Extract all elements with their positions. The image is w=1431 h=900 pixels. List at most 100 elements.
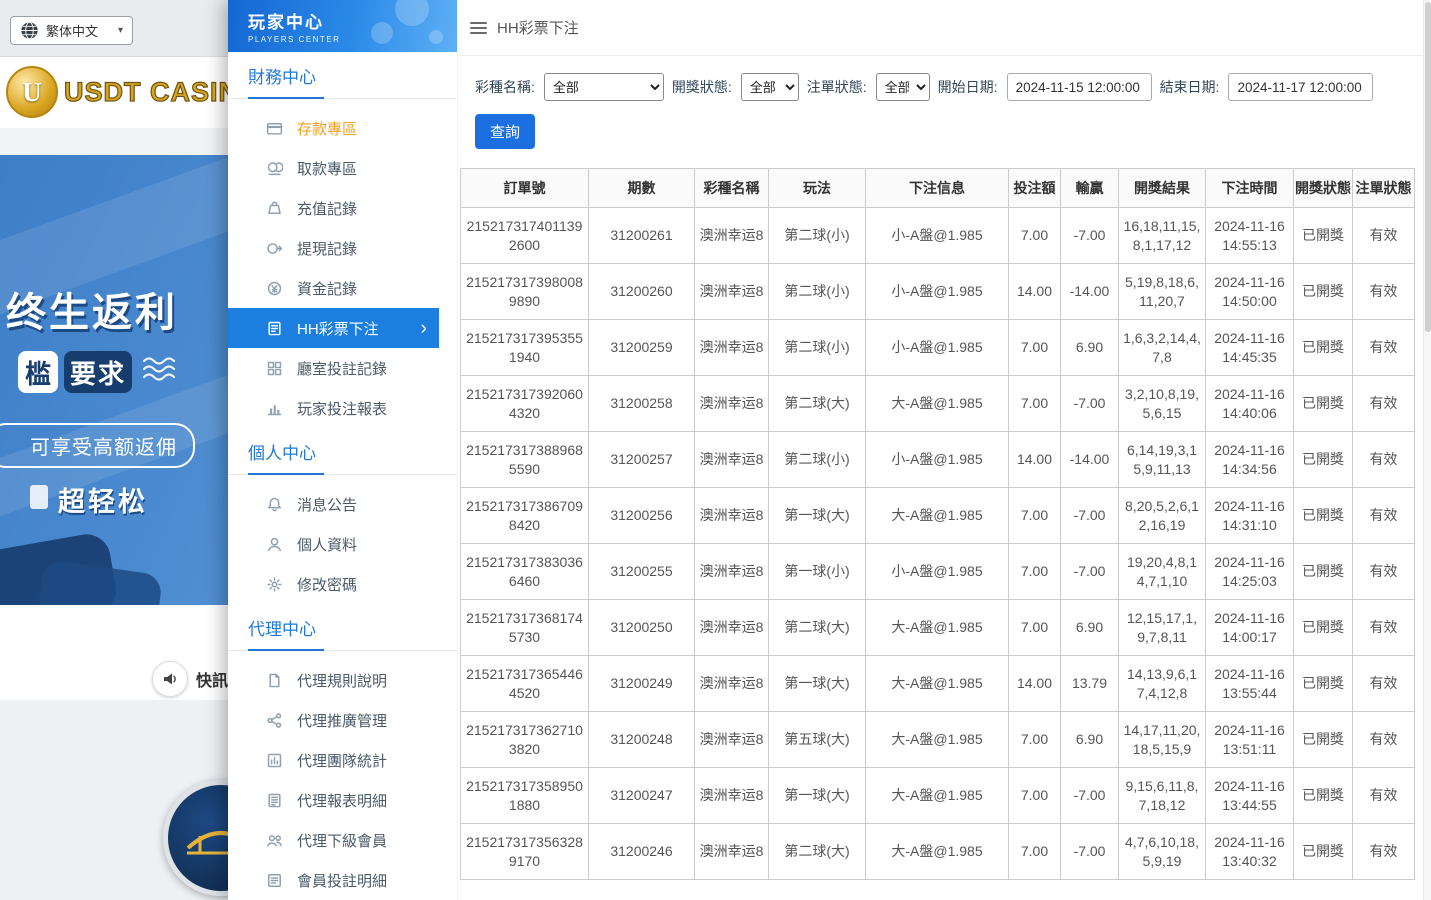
cell-bet-amount: 7.00 <box>1009 600 1061 656</box>
cell-draw-status: 已開獎 <box>1294 600 1353 656</box>
order-status-label: 注單狀態: <box>807 77 867 97</box>
sidebar-item-profile[interactable]: 個人資料 <box>228 524 439 564</box>
cell-play-type: 第二球(大) <box>769 376 866 432</box>
cell-order-no: 2152173173830366460 <box>461 544 589 600</box>
sidebar-item-change-password[interactable]: 修改密碼 <box>228 564 439 604</box>
bets-table-body: 215217317401139260031200261澳洲幸运8第二球(小)小-… <box>461 208 1415 880</box>
cell-draw-status: 已開獎 <box>1294 208 1353 264</box>
sidebar-item-messages[interactable]: 消息公告 <box>228 484 439 524</box>
bets-table: 訂單號期數彩種名稱玩法下注信息投注額輸贏開獎結果下注時間開獎狀態注單狀態 215… <box>460 168 1415 880</box>
cell-bet-info: 大-A盤@1.985 <box>866 600 1009 656</box>
cell-period: 31200261 <box>589 208 695 264</box>
sidebar-item-funds-record[interactable]: 資金記錄 <box>228 268 439 308</box>
cell-lottery-name: 澳洲幸运8 <box>695 712 769 768</box>
cell-draw-status: 已開獎 <box>1294 656 1353 712</box>
speaker-icon <box>152 661 188 697</box>
cell-period: 31200258 <box>589 376 695 432</box>
menu-toggle-icon[interactable] <box>470 22 487 34</box>
banner-subline: 超轻松 <box>58 480 148 519</box>
header-dot-decoration <box>371 22 393 44</box>
cell-order-no: 2152173173627103820 <box>461 712 589 768</box>
cell-bet-amount: 14.00 <box>1009 264 1061 320</box>
report-icon <box>266 792 283 809</box>
language-selector[interactable]: 繁体中文 ▾ <box>10 16 133 45</box>
cell-lottery-name: 澳洲幸运8 <box>695 320 769 376</box>
cell-bet-info: 大-A盤@1.985 <box>866 376 1009 432</box>
user-icon <box>266 536 283 553</box>
banner-badge: 要求 <box>64 351 132 393</box>
cell-bet-amount: 14.00 <box>1009 432 1061 488</box>
draw-status-select[interactable]: 全部 <box>741 73 799 101</box>
cell-win-loss: -7.00 <box>1061 544 1119 600</box>
cell-bet-info: 小-A盤@1.985 <box>866 432 1009 488</box>
sidebar-item-label: 資金記錄 <box>297 278 357 299</box>
cell-period: 31200247 <box>589 768 695 824</box>
cell-draw-result: 8,20,5,2,6,12,16,19 <box>1119 488 1206 544</box>
sidebar-section-title: 財務中心 <box>228 63 457 99</box>
sidebar-item-withdraw[interactable]: 取款專區 <box>228 148 439 188</box>
chevron-down-icon: ▾ <box>118 25 123 36</box>
cell-lottery-name: 澳洲幸运8 <box>695 264 769 320</box>
cell-bet-time: 2024-11-16 14:25:03 <box>1206 544 1294 600</box>
sidebar-item-agent-promotion[interactable]: 代理推廣管理 <box>228 700 439 740</box>
cell-order-status: 有效 <box>1353 768 1415 824</box>
cell-play-type: 第五球(大) <box>769 712 866 768</box>
cell-draw-result: 19,20,4,8,14,7,1,10 <box>1119 544 1206 600</box>
search-button[interactable]: 查詢 <box>475 114 535 149</box>
sidebar-item-agent-members[interactable]: 代理下級會員 <box>228 820 439 860</box>
cell-bet-time: 2024-11-16 14:31:10 <box>1206 488 1294 544</box>
cell-order-status: 有效 <box>1353 208 1415 264</box>
table-row: 215217317386709842031200256澳洲幸运8第一球(大)大-… <box>461 488 1415 544</box>
scrollbar[interactable] <box>1423 0 1431 900</box>
cell-lottery-name: 澳洲幸运8 <box>695 488 769 544</box>
col-header-period: 期數 <box>589 169 695 208</box>
cell-play-type: 第一球(大) <box>769 656 866 712</box>
table-row: 215217317358950188031200247澳洲幸运8第一球(大)大-… <box>461 768 1415 824</box>
sidebar-item-agent-rules[interactable]: 代理規則說明 <box>228 660 439 700</box>
cell-bet-time: 2024-11-16 13:44:55 <box>1206 768 1294 824</box>
cell-order-status: 有效 <box>1353 320 1415 376</box>
cell-bet-amount: 7.00 <box>1009 208 1061 264</box>
sidebar-item-label: HH彩票下注 <box>297 318 379 339</box>
sidebar-section-title: 個人中心 <box>228 439 457 475</box>
sidebar-item-hh-lottery-bets[interactable]: HH彩票下注› <box>228 308 439 348</box>
cell-period: 31200248 <box>589 712 695 768</box>
cell-bet-time: 2024-11-16 13:55:44 <box>1206 656 1294 712</box>
sidebar-item-member-bet-detail[interactable]: 會員投註明細 <box>228 860 439 900</box>
table-row: 215217317392060432031200258澳洲幸运8第二球(大)大-… <box>461 376 1415 432</box>
cell-order-no: 2152173173654464520 <box>461 656 589 712</box>
cell-order-status: 有效 <box>1353 824 1415 880</box>
scrollbar-thumb[interactable] <box>1425 2 1431 332</box>
sidebar-item-room-bet-record[interactable]: 廳室投註記錄 <box>228 348 439 388</box>
sidebar-item-deposit[interactable]: 存款專區 <box>228 108 439 148</box>
cell-order-no: 2152173173681745730 <box>461 600 589 656</box>
lottery-name-select[interactable]: 全部 <box>544 73 664 101</box>
cell-win-loss: -7.00 <box>1061 488 1119 544</box>
order-status-select[interactable]: 全部 <box>876 73 930 101</box>
cell-bet-time: 2024-11-16 14:40:06 <box>1206 376 1294 432</box>
end-date-input[interactable] <box>1228 73 1373 101</box>
sidebar-item-label: 代理規則說明 <box>297 670 387 691</box>
cell-lottery-name: 澳洲幸运8 <box>695 600 769 656</box>
col-header-order-status: 注單狀態 <box>1353 169 1415 208</box>
sidebar-item-recharge-record[interactable]: 充值記錄 <box>228 188 439 228</box>
cell-bet-info: 大-A盤@1.985 <box>866 824 1009 880</box>
sidebar-item-withdrawal-record[interactable]: 提現記錄 <box>228 228 439 268</box>
cell-bet-info: 小-A盤@1.985 <box>866 320 1009 376</box>
cell-lottery-name: 澳洲幸运8 <box>695 544 769 600</box>
sidebar-section-title: 代理中心 <box>228 615 457 651</box>
main-content: HH彩票下注 彩種名稱: 全部 開獎狀態: 全部 注單狀態: 全部 開始日期: … <box>458 0 1431 900</box>
cell-order-status: 有效 <box>1353 376 1415 432</box>
cell-bet-info: 小-A盤@1.985 <box>866 264 1009 320</box>
sidebar-item-player-bet-report[interactable]: 玩家投注報表 <box>228 388 439 428</box>
cell-bet-amount: 7.00 <box>1009 544 1061 600</box>
sidebar-item-label: 代理推廣管理 <box>297 710 387 731</box>
cell-draw-result: 1,6,3,2,14,4,7,8 <box>1119 320 1206 376</box>
sidebar: 玩家中心 PLAYERS CENTER 財務中心存款專區取款專區充值記錄提現記錄… <box>228 0 458 900</box>
sidebar-item-label: 取款專區 <box>297 158 357 179</box>
start-date-input[interactable] <box>1007 73 1152 101</box>
sidebar-item-agent-report-detail[interactable]: 代理報表明細 <box>228 780 439 820</box>
sidebar-item-agent-team-stats[interactable]: 代理團隊統計 <box>228 740 439 780</box>
cell-lottery-name: 澳洲幸运8 <box>695 376 769 432</box>
cell-period: 31200256 <box>589 488 695 544</box>
